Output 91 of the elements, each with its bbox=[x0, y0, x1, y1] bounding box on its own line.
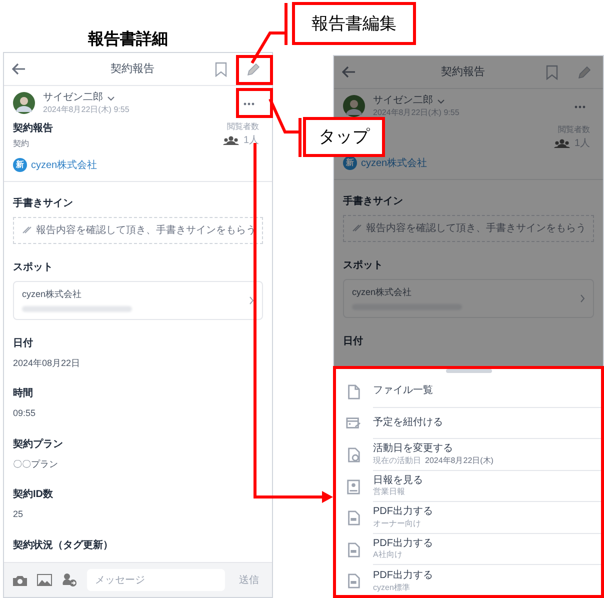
callout-label: 報告書編集 bbox=[292, 2, 416, 45]
report-title: 契約報告 bbox=[13, 122, 54, 136]
field-value: 09:55 bbox=[13, 407, 37, 420]
spot-card[interactable]: cyzen株式会社 bbox=[13, 280, 263, 320]
pen-icon bbox=[352, 224, 362, 232]
file-icon bbox=[346, 384, 361, 400]
new-pin-icon: 新 bbox=[343, 156, 357, 170]
field-label: 契約ID数 bbox=[13, 488, 54, 502]
menu-item-label: 活動日を変更する bbox=[373, 443, 454, 456]
signature-field[interactable]: 報告内容を確認して頂き、手書きサインをもらう bbox=[13, 216, 263, 244]
message-field[interactable]: メッセージ bbox=[87, 569, 225, 591]
menu-item[interactable]: PDF出力する A社向け bbox=[334, 534, 603, 566]
highlight-frame bbox=[236, 55, 273, 85]
edit-icon[interactable] bbox=[578, 66, 591, 78]
viewers-label: 閲覧者数 bbox=[558, 124, 590, 136]
chevron-right-icon bbox=[249, 296, 254, 304]
menu-item-label: 予定を紐付ける bbox=[373, 416, 444, 430]
menu-item[interactable]: 日報を見る 営業日報 bbox=[334, 470, 603, 502]
viewer-count: 1人 bbox=[574, 137, 590, 151]
people-icon bbox=[223, 136, 240, 145]
more-icon[interactable] bbox=[574, 105, 586, 109]
menu-item-note: A社向け bbox=[373, 550, 402, 560]
back-icon[interactable] bbox=[342, 66, 356, 78]
calendar-link-icon bbox=[346, 415, 361, 432]
calendar-file-icon bbox=[346, 446, 361, 463]
camera-icon[interactable] bbox=[13, 574, 27, 586]
report-type: 契約 bbox=[13, 138, 30, 150]
menu-item[interactable]: ファイル一覧 bbox=[334, 376, 603, 408]
bookmark-icon[interactable] bbox=[546, 64, 558, 80]
chevron-down-icon[interactable] bbox=[437, 98, 445, 104]
menu-item-label: PDF出力する bbox=[373, 570, 434, 582]
field-value: 〇〇プラン bbox=[13, 458, 59, 470]
author-name: サイゼン二郎 bbox=[43, 92, 103, 104]
chevron-right-icon bbox=[580, 294, 585, 302]
field-label: 日付 bbox=[13, 336, 34, 350]
spot-card[interactable]: cyzen株式会社 bbox=[343, 278, 594, 318]
menu-item[interactable]: 予定を紐付ける bbox=[334, 408, 603, 440]
menu-item-note: オーナー向け bbox=[373, 518, 421, 529]
people-icon bbox=[554, 139, 570, 148]
leader-line bbox=[268, 98, 302, 158]
person-add-icon[interactable] bbox=[62, 573, 77, 587]
report-icon bbox=[346, 478, 361, 495]
field-label: 手書きサイン bbox=[13, 196, 74, 210]
pdf-file-icon bbox=[346, 510, 361, 526]
field-label: 時間 bbox=[13, 386, 34, 401]
menu-item-label: ファイル一覧 bbox=[373, 385, 434, 398]
customer-link[interactable]: 新 cyzen株式会社 bbox=[13, 158, 130, 172]
pdf-file-icon bbox=[346, 542, 361, 558]
menu-item[interactable]: PDF出力する cyzen標準 bbox=[334, 565, 603, 597]
post-datetime: 2024年8月22日(木) 9:55 bbox=[373, 108, 460, 118]
menu-item-note: 現在の活動日 bbox=[373, 456, 421, 466]
screen-title: 契約報告 bbox=[440, 64, 486, 80]
field-label: 契約状況（タグ更新） bbox=[13, 538, 114, 552]
menu-item-label: 日報を見る bbox=[373, 474, 424, 488]
image-icon[interactable] bbox=[37, 574, 52, 586]
sheet-handle[interactable] bbox=[446, 369, 492, 373]
menu-item[interactable]: 活動日を変更する 現在の活動日 2024年8月22日(木) bbox=[334, 439, 603, 471]
spot-name: cyzen株式会社 bbox=[22, 288, 83, 301]
field-value: 25 bbox=[13, 508, 24, 521]
chevron-down-icon[interactable] bbox=[107, 96, 115, 101]
avatar bbox=[343, 95, 365, 118]
leader-line bbox=[250, 2, 288, 64]
field-label: 手書きサイン bbox=[343, 194, 404, 208]
menu-item-note: 営業日報 bbox=[373, 487, 405, 498]
menu-item-detail: 2024年8月22日(木) bbox=[425, 456, 494, 466]
field-label: 契約プラン bbox=[13, 437, 64, 452]
screen-title: 契約報告 bbox=[110, 62, 156, 77]
bookmark-icon[interactable] bbox=[215, 62, 227, 76]
viewer-count: 1人 bbox=[243, 134, 259, 148]
field-label: スポット bbox=[13, 260, 54, 274]
field-label: 日付 bbox=[343, 334, 364, 348]
pen-icon bbox=[22, 226, 32, 234]
field-value: 2024年08月22日 bbox=[13, 356, 82, 370]
post-datetime: 2024年8月22日(木) 9:55 bbox=[43, 104, 130, 114]
more-icon[interactable] bbox=[243, 102, 255, 106]
spot-name: cyzen株式会社 bbox=[352, 286, 413, 299]
menu-item-note: cyzen標準 bbox=[373, 582, 410, 592]
viewers-label: 閲覧者数 bbox=[227, 121, 259, 133]
pdf-file-icon bbox=[346, 573, 361, 590]
page-heading: 報告書詳細 bbox=[88, 32, 168, 48]
field-label: スポット bbox=[343, 258, 384, 272]
menu-item-label: PDF出力する bbox=[373, 538, 434, 550]
author-name: サイゼン二郎 bbox=[373, 95, 433, 108]
back-icon[interactable] bbox=[12, 63, 26, 75]
menu-item[interactable]: PDF出力する オーナー向け bbox=[334, 502, 603, 534]
edit-icon[interactable] bbox=[247, 62, 260, 76]
highlight-frame bbox=[236, 88, 273, 118]
avatar bbox=[13, 92, 35, 114]
callout-label: タップ bbox=[303, 117, 385, 157]
menu-item-label: PDF出力する bbox=[373, 506, 434, 519]
new-pin-icon: 新 bbox=[13, 158, 27, 172]
